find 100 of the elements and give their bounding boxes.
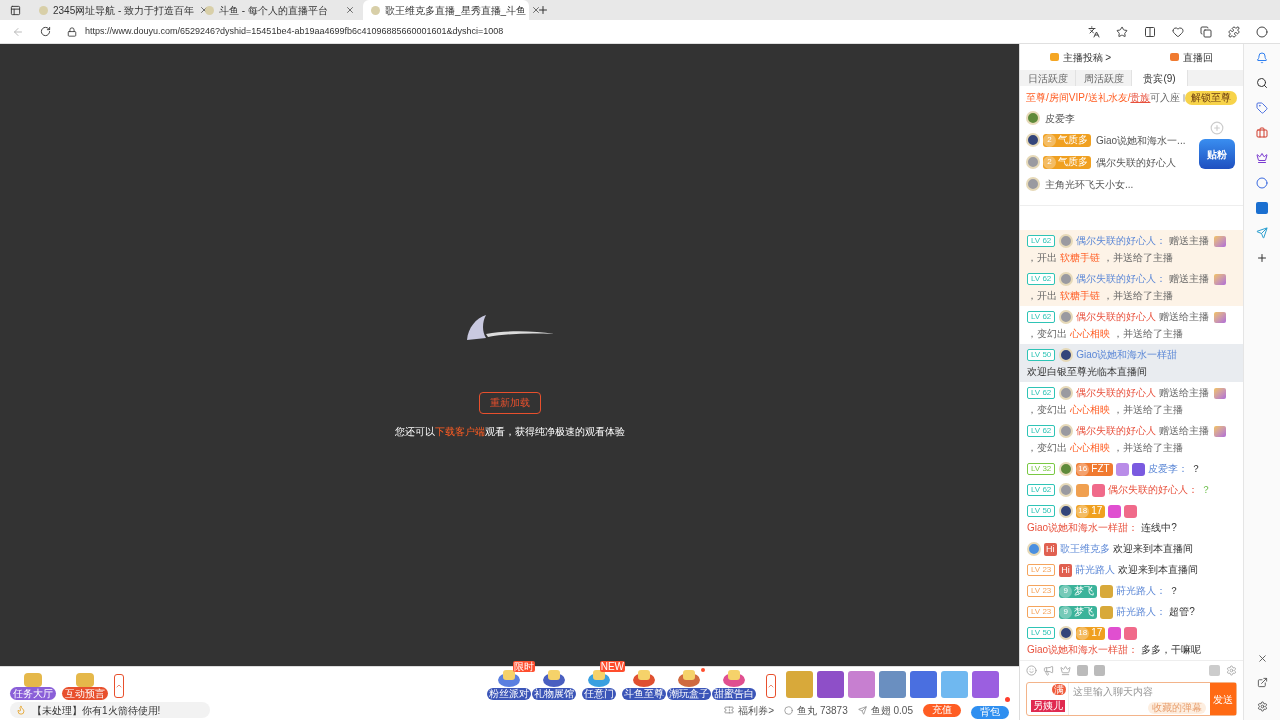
vip-user[interactable]: 2 气质多 偶尔失联的好心人 bbox=[1026, 151, 1197, 173]
vip-user[interactable]: 皮爱李 bbox=[1026, 107, 1197, 129]
message-text: 赠送给主播 bbox=[1159, 425, 1210, 436]
settings-icon[interactable] bbox=[1226, 665, 1237, 676]
fan-badge: 9 梦飞 bbox=[1059, 584, 1098, 598]
reload-icon[interactable] bbox=[40, 26, 51, 37]
vip-user-name: 主角光环飞天小女... bbox=[1045, 177, 1134, 192]
gift-icon bbox=[1214, 387, 1227, 399]
browser-tab[interactable]: 2345网址导航 - 致力于打造百年 bbox=[31, 0, 197, 20]
vip-user-name: 偶尔失联的好心人 bbox=[1096, 155, 1176, 170]
gift-name: 心心相映 bbox=[1070, 404, 1110, 415]
feature-button[interactable]: 任务大厅 bbox=[10, 673, 56, 700]
unlock-button[interactable]: 解锁至尊 bbox=[1185, 90, 1237, 105]
gift-icon bbox=[1214, 235, 1227, 247]
circle-icon[interactable] bbox=[1256, 177, 1268, 189]
caret-icon bbox=[115, 682, 123, 690]
activity-button[interactable]: 任意门 bbox=[581, 688, 616, 700]
fan-badge: 16 FZT bbox=[1076, 462, 1113, 476]
split-screen-icon[interactable] bbox=[1144, 25, 1156, 38]
activity-button[interactable]: 甜蜜告白 bbox=[711, 688, 756, 700]
message-text: 超管? bbox=[1169, 606, 1195, 617]
tab-actions-icon[interactable] bbox=[10, 5, 21, 16]
coupon-link[interactable]: 福利券> bbox=[738, 702, 775, 718]
browser-tab[interactable]: 斗鱼 - 每个人的直播平台 bbox=[197, 0, 363, 20]
gift-icon bbox=[1214, 273, 1227, 285]
notice-bar[interactable]: 【未处理】你有1火箭待使用! bbox=[10, 702, 210, 718]
extensions-icon[interactable] bbox=[1228, 25, 1240, 38]
tab-title: 歌王维克多直播_星秀直播_斗鱼 bbox=[385, 3, 527, 18]
profile-icon[interactable] bbox=[1256, 25, 1268, 38]
feature-button[interactable]: 互动预言 bbox=[62, 673, 108, 700]
top-link[interactable]: 直播回 bbox=[1183, 49, 1214, 65]
tag-icon[interactable] bbox=[1256, 102, 1268, 114]
read-aloud-icon[interactable] bbox=[1088, 25, 1100, 38]
activity-button[interactable]: 斗鱼至尊 bbox=[621, 688, 666, 700]
message-text: 欢迎白银至尊光临本直播间 bbox=[1027, 366, 1147, 377]
level-badge: LV 62 bbox=[1027, 484, 1056, 497]
settings-icon[interactable] bbox=[1256, 701, 1268, 712]
user-name: 莳光路人 bbox=[1074, 564, 1115, 575]
broadcast-icon[interactable] bbox=[1043, 665, 1054, 676]
expand-button[interactable] bbox=[766, 674, 776, 698]
lock-icon bbox=[67, 26, 77, 37]
level-badge: LV 50 bbox=[1027, 505, 1056, 518]
toolbox-icon[interactable] bbox=[1256, 127, 1268, 139]
rank-tab[interactable]: 日活跃度 bbox=[1020, 70, 1076, 86]
message-text: ，变幻出 bbox=[1027, 328, 1067, 339]
message-text: 多多，干嘛呢 bbox=[1141, 644, 1202, 655]
backpack-button[interactable]: 背包 bbox=[971, 705, 1009, 719]
activity-icon bbox=[675, 668, 702, 688]
vip-user[interactable]: 2 气质多 Giao说她和海水一... bbox=[1026, 129, 1197, 151]
new-tab-icon[interactable] bbox=[537, 4, 549, 16]
user-name: 莳光路人： bbox=[1116, 585, 1167, 596]
message-text: ，并送给了主播 bbox=[1103, 252, 1173, 263]
expand-button[interactable] bbox=[114, 674, 124, 698]
search-icon[interactable] bbox=[1256, 77, 1268, 89]
tab-title: 斗鱼 - 每个人的直播平台 bbox=[219, 3, 329, 18]
reload-button[interactable]: 重新加载 bbox=[478, 391, 541, 414]
external-link-icon[interactable] bbox=[1256, 677, 1268, 688]
close-icon[interactable] bbox=[345, 5, 355, 15]
favorites-icon[interactable] bbox=[1172, 25, 1184, 38]
fish-fin-balance: 鱼翅 0.05 bbox=[870, 703, 913, 718]
rank-tab[interactable]: 贵宾(9) bbox=[1132, 70, 1188, 86]
message-text: ，变幻出 bbox=[1027, 442, 1067, 453]
close-sidebar-icon[interactable] bbox=[1256, 653, 1268, 664]
bell-icon[interactable] bbox=[1256, 52, 1268, 64]
message-text: 赠送给主播 bbox=[1159, 311, 1210, 322]
message-text: 连线中? bbox=[1141, 522, 1177, 533]
message-text: ，并送给了主播 bbox=[1103, 290, 1173, 301]
send-icon[interactable] bbox=[1256, 227, 1268, 239]
close-icon[interactable] bbox=[531, 5, 542, 15]
top-link[interactable]: 主播投稿 > bbox=[1062, 49, 1112, 65]
notice-text: 【未处理】你有1火箭待使用! bbox=[32, 703, 161, 718]
gift-name: 软糖手链 bbox=[1060, 252, 1100, 263]
favorite-icon[interactable] bbox=[1116, 25, 1128, 38]
activity-icon bbox=[630, 668, 657, 688]
user-name: Giao说她和海水一样甜： bbox=[1027, 644, 1139, 655]
client-download-hint: 您还可以下载客户端观看，获得纯净极速的观看体验 bbox=[394, 424, 625, 439]
download-link[interactable]: 下载客户端 bbox=[434, 425, 485, 437]
crown-icon[interactable] bbox=[1060, 665, 1071, 676]
feature-icon bbox=[24, 673, 42, 687]
url-text[interactable]: https://www.douyu.com/6529246?dyshid=15451be4-ab19aa4699fb6c41096885660001601&dyshci=1008 bbox=[85, 24, 504, 39]
tab-title: 2345网址导航 - 致力于打造百年 bbox=[53, 3, 195, 18]
add-icon[interactable] bbox=[1256, 252, 1268, 264]
promo-label[interactable]: 另姨儿 bbox=[1030, 700, 1065, 712]
message-text: ，并送给了主播 bbox=[1113, 404, 1183, 415]
nobility-link[interactable]: 贵族 bbox=[1130, 92, 1151, 103]
activity-icon bbox=[585, 668, 612, 688]
collections-icon[interactable] bbox=[1200, 25, 1212, 38]
message-text: ，变幻出 bbox=[1027, 404, 1067, 415]
fish-ball-balance: 鱼丸 73873 bbox=[797, 703, 848, 718]
level-badge: LV 32 bbox=[1027, 463, 1056, 476]
vip-user-name: Giao说她和海水一... bbox=[1096, 133, 1186, 148]
activity-button[interactable]: 粉丝派对 bbox=[486, 688, 531, 700]
vip-user[interactable]: 主角光环飞天小女... bbox=[1026, 173, 1197, 195]
fan-ad[interactable]: 贴粉 bbox=[1199, 139, 1235, 169]
activity-button[interactable]: 潮玩盒子 bbox=[666, 688, 711, 700]
vip-user-name: 皮爱李 bbox=[1045, 111, 1075, 126]
gift-icon bbox=[1214, 311, 1227, 323]
user-name: Giao说她和海水一样甜 bbox=[1076, 349, 1178, 360]
activity-button[interactable]: 礼物展馆 bbox=[531, 688, 576, 700]
chat-input-box[interactable]: 满 另姨儿 这里输入聊天内容 收藏的弹幕 发送 bbox=[1026, 682, 1237, 716]
